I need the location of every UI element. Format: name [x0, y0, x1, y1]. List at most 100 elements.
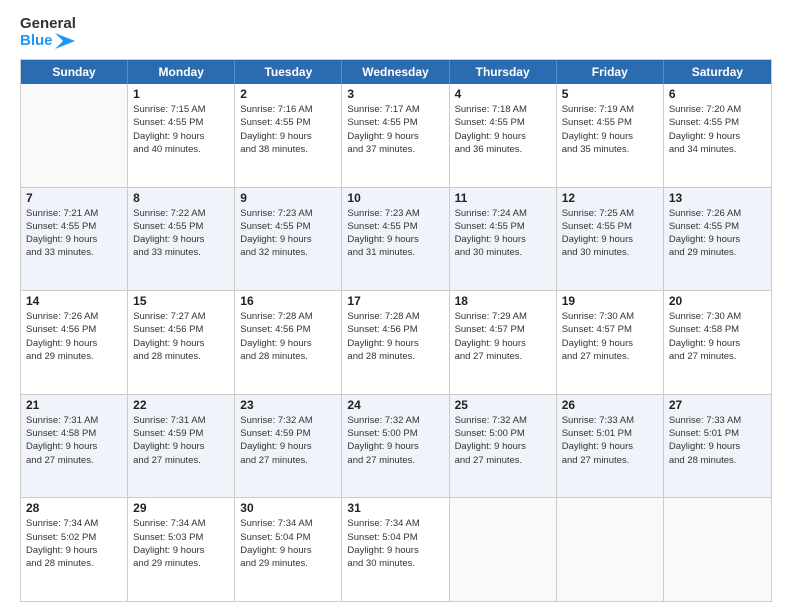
cal-cell: 3Sunrise: 7:17 AM Sunset: 4:55 PM Daylig…: [342, 84, 449, 187]
cal-cell: 5Sunrise: 7:19 AM Sunset: 4:55 PM Daylig…: [557, 84, 664, 187]
day-info: Sunrise: 7:16 AM Sunset: 4:55 PM Dayligh…: [240, 103, 336, 156]
day-number: 29: [133, 501, 229, 515]
day-info: Sunrise: 7:15 AM Sunset: 4:55 PM Dayligh…: [133, 103, 229, 156]
header-cell-saturday: Saturday: [664, 60, 771, 84]
cal-cell: [450, 498, 557, 601]
day-info: Sunrise: 7:27 AM Sunset: 4:56 PM Dayligh…: [133, 310, 229, 363]
day-number: 1: [133, 87, 229, 101]
cal-cell: 16 Sunrise: 7:28 AM Sunset: 4:56 PM Dayli…: [235, 291, 342, 394]
day-info: Sunrise: 7:34 AM Sunset: 5:04 PM Dayligh…: [240, 517, 336, 570]
cal-cell: 24 Sunrise: 7:32 AM Sunset: 5:00 PM Dayli…: [342, 395, 449, 498]
day-number: 16: [240, 294, 336, 308]
day-info: Sunrise: 7:32 AM Sunset: 4:59 PM Dayligh…: [240, 414, 336, 467]
day-info: Sunrise: 7:30 AM Sunset: 4:57 PM Dayligh…: [562, 310, 658, 363]
calendar-week-5: 28 Sunrise: 7:34 AM Sunset: 5:02 PM Dayli…: [21, 497, 771, 601]
day-number: 7: [26, 191, 122, 205]
day-number: 20: [669, 294, 766, 308]
cal-cell: 4Sunrise: 7:18 AM Sunset: 4:55 PM Daylig…: [450, 84, 557, 187]
cal-cell: 31 Sunrise: 7:34 AM Sunset: 5:04 PM Dayli…: [342, 498, 449, 601]
logo-general: General: [20, 16, 76, 33]
cal-cell: 13Sunrise: 7:26 AM Sunset: 4:55 PM Dayli…: [664, 188, 771, 291]
cal-cell: 11 Sunrise: 7:24 AM Sunset: 4:55 PM Dayli…: [450, 188, 557, 291]
calendar: SundayMondayTuesdayWednesdayThursdayFrid…: [20, 59, 772, 602]
day-info: Sunrise: 7:32 AM Sunset: 5:00 PM Dayligh…: [455, 414, 551, 467]
day-info: Sunrise: 7:34 AM Sunset: 5:02 PM Dayligh…: [26, 517, 122, 570]
cal-cell: 25Sunrise: 7:32 AM Sunset: 5:00 PM Dayli…: [450, 395, 557, 498]
cal-cell: [21, 84, 128, 187]
cal-cell: 19 Sunrise: 7:30 AM Sunset: 4:57 PM Dayli…: [557, 291, 664, 394]
header-cell-sunday: Sunday: [21, 60, 128, 84]
cal-cell: [557, 498, 664, 601]
day-info: Sunrise: 7:20 AM Sunset: 4:55 PM Dayligh…: [669, 103, 766, 156]
day-info: Sunrise: 7:18 AM Sunset: 4:55 PM Dayligh…: [455, 103, 551, 156]
day-number: 23: [240, 398, 336, 412]
day-number: 14: [26, 294, 122, 308]
calendar-week-3: 14 Sunrise: 7:26 AM Sunset: 4:56 PM Dayli…: [21, 290, 771, 394]
day-info: Sunrise: 7:29 AM Sunset: 4:57 PM Dayligh…: [455, 310, 551, 363]
cal-cell: 9Sunrise: 7:23 AM Sunset: 4:55 PM Daylig…: [235, 188, 342, 291]
cal-cell: 7 Sunrise: 7:21 AM Sunset: 4:55 PM Daylig…: [21, 188, 128, 291]
cal-cell: 10 Sunrise: 7:23 AM Sunset: 4:55 PM Dayli…: [342, 188, 449, 291]
cal-cell: 26Sunrise: 7:33 AM Sunset: 5:01 PM Dayli…: [557, 395, 664, 498]
day-number: 31: [347, 501, 443, 515]
day-info: Sunrise: 7:31 AM Sunset: 4:58 PM Dayligh…: [26, 414, 122, 467]
day-number: 11: [455, 191, 551, 205]
cal-cell: 29Sunrise: 7:34 AM Sunset: 5:03 PM Dayli…: [128, 498, 235, 601]
cal-cell: 8Sunrise: 7:22 AM Sunset: 4:55 PM Daylig…: [128, 188, 235, 291]
day-number: 6: [669, 87, 766, 101]
day-info: Sunrise: 7:26 AM Sunset: 4:56 PM Dayligh…: [26, 310, 122, 363]
day-number: 28: [26, 501, 122, 515]
header-cell-friday: Friday: [557, 60, 664, 84]
logo: General Blue: [20, 16, 76, 49]
header-cell-tuesday: Tuesday: [235, 60, 342, 84]
day-info: Sunrise: 7:21 AM Sunset: 4:55 PM Dayligh…: [26, 207, 122, 260]
cal-cell: 21 Sunrise: 7:31 AM Sunset: 4:58 PM Dayli…: [21, 395, 128, 498]
cal-cell: 20 Sunrise: 7:30 AM Sunset: 4:58 PM Dayli…: [664, 291, 771, 394]
day-info: Sunrise: 7:26 AM Sunset: 4:55 PM Dayligh…: [669, 207, 766, 260]
cal-cell: 14 Sunrise: 7:26 AM Sunset: 4:56 PM Dayli…: [21, 291, 128, 394]
day-info: Sunrise: 7:34 AM Sunset: 5:04 PM Dayligh…: [347, 517, 443, 570]
day-info: Sunrise: 7:30 AM Sunset: 4:58 PM Dayligh…: [669, 310, 766, 363]
cal-cell: 23 Sunrise: 7:32 AM Sunset: 4:59 PM Dayli…: [235, 395, 342, 498]
day-info: Sunrise: 7:24 AM Sunset: 4:55 PM Dayligh…: [455, 207, 551, 260]
cal-cell: 28 Sunrise: 7:34 AM Sunset: 5:02 PM Dayli…: [21, 498, 128, 601]
day-info: Sunrise: 7:17 AM Sunset: 4:55 PM Dayligh…: [347, 103, 443, 156]
cal-cell: 27Sunrise: 7:33 AM Sunset: 5:01 PM Dayli…: [664, 395, 771, 498]
day-info: Sunrise: 7:28 AM Sunset: 4:56 PM Dayligh…: [240, 310, 336, 363]
cal-cell: 30 Sunrise: 7:34 AM Sunset: 5:04 PM Dayli…: [235, 498, 342, 601]
page: General Blue SundayMondayTuesdayWednesda…: [0, 0, 792, 612]
day-number: 22: [133, 398, 229, 412]
header-cell-thursday: Thursday: [450, 60, 557, 84]
day-number: 24: [347, 398, 443, 412]
cal-cell: 18 Sunrise: 7:29 AM Sunset: 4:57 PM Dayli…: [450, 291, 557, 394]
cal-cell: 6 Sunrise: 7:20 AM Sunset: 4:55 PM Daylig…: [664, 84, 771, 187]
header: General Blue: [20, 16, 772, 49]
logo-blue: Blue: [20, 33, 76, 50]
cal-cell: 1 Sunrise: 7:15 AM Sunset: 4:55 PM Daylig…: [128, 84, 235, 187]
calendar-header-row: SundayMondayTuesdayWednesdayThursdayFrid…: [21, 60, 771, 84]
day-number: 2: [240, 87, 336, 101]
day-info: Sunrise: 7:23 AM Sunset: 4:55 PM Dayligh…: [347, 207, 443, 260]
header-cell-wednesday: Wednesday: [342, 60, 449, 84]
cal-cell: [664, 498, 771, 601]
day-info: Sunrise: 7:28 AM Sunset: 4:56 PM Dayligh…: [347, 310, 443, 363]
cal-cell: 22 Sunrise: 7:31 AM Sunset: 4:59 PM Dayli…: [128, 395, 235, 498]
day-info: Sunrise: 7:19 AM Sunset: 4:55 PM Dayligh…: [562, 103, 658, 156]
day-info: Sunrise: 7:32 AM Sunset: 5:00 PM Dayligh…: [347, 414, 443, 467]
cal-cell: 15Sunrise: 7:27 AM Sunset: 4:56 PM Dayli…: [128, 291, 235, 394]
cal-cell: 17 Sunrise: 7:28 AM Sunset: 4:56 PM Dayli…: [342, 291, 449, 394]
day-number: 18: [455, 294, 551, 308]
day-info: Sunrise: 7:31 AM Sunset: 4:59 PM Dayligh…: [133, 414, 229, 467]
day-number: 17: [347, 294, 443, 308]
day-number: 21: [26, 398, 122, 412]
calendar-week-1: 1 Sunrise: 7:15 AM Sunset: 4:55 PM Daylig…: [21, 84, 771, 187]
calendar-body: 1 Sunrise: 7:15 AM Sunset: 4:55 PM Daylig…: [21, 84, 771, 601]
header-cell-monday: Monday: [128, 60, 235, 84]
day-info: Sunrise: 7:25 AM Sunset: 4:55 PM Dayligh…: [562, 207, 658, 260]
day-number: 19: [562, 294, 658, 308]
day-number: 30: [240, 501, 336, 515]
cal-cell: 2 Sunrise: 7:16 AM Sunset: 4:55 PM Daylig…: [235, 84, 342, 187]
logo-chevron-icon: [55, 33, 75, 49]
day-number: 27: [669, 398, 766, 412]
day-number: 10: [347, 191, 443, 205]
